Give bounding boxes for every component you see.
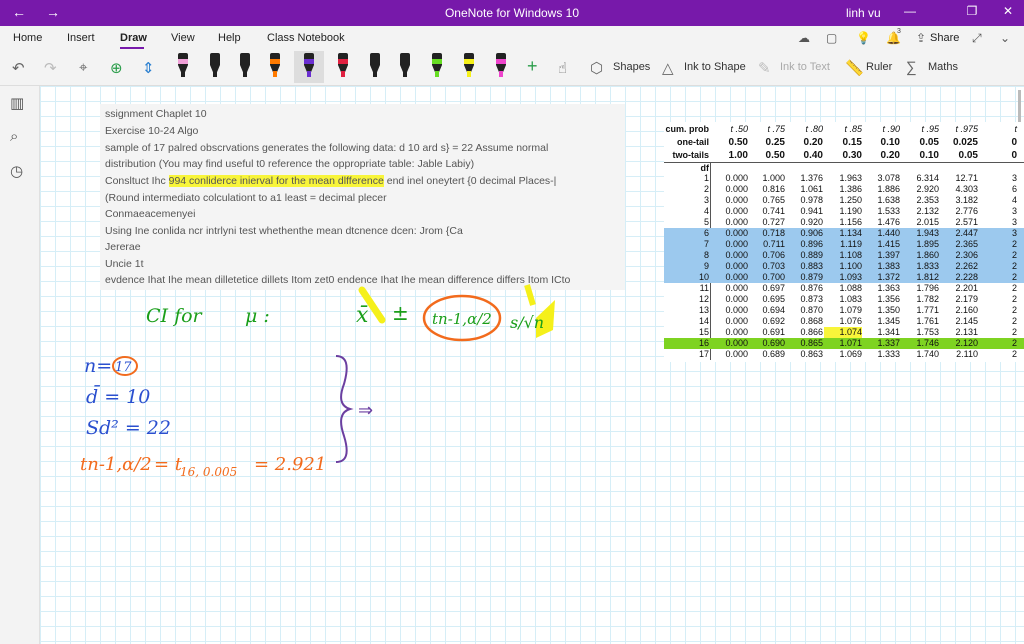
ink-t-sub: tn-1,α/2 [432, 310, 492, 328]
ink-t-mid: = t [154, 454, 183, 475]
ink-t-rhs: = 2.921 [254, 454, 326, 475]
ink-ci-for: CI for [146, 305, 204, 327]
ink-s-over-root-n: s/√n [510, 313, 544, 332]
ink-n-eq: n= [84, 355, 112, 377]
ink-dbar-eq: d̄ = 10 [86, 384, 150, 408]
ink-layer: CI for μ : x̄ ± tn-1,α/2 s/√n n= 17 d̄ =… [80, 284, 555, 479]
ink-sd2-eq: Sd² = 22 [86, 417, 171, 439]
ink-mu: μ : [245, 305, 270, 327]
ink-t-lhs: tn-1,α/2 [80, 454, 152, 475]
ink-yellow-highlight [524, 284, 536, 306]
ink-arrow: ⇒ [358, 400, 373, 421]
ink-n-value: 17 [115, 360, 132, 375]
ink-xbar: x̄ [356, 303, 369, 328]
ink-plus-minus: ± [392, 301, 409, 325]
ink-t-sub-df: 16, 0.005 [180, 465, 237, 479]
ink-brace [335, 355, 354, 463]
